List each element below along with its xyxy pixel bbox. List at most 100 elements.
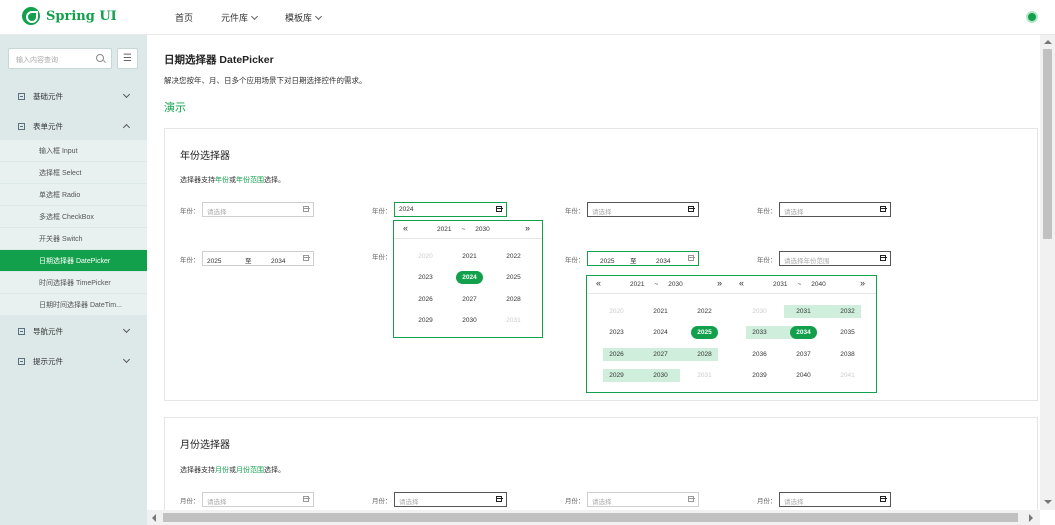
year-cell[interactable]: 2022 xyxy=(691,305,718,318)
sidebar-item-checkbox[interactable]: 多选框 CheckBox xyxy=(0,206,147,227)
calendar-icon xyxy=(688,206,695,212)
vertical-scrollbar[interactable] xyxy=(1040,35,1055,510)
year-cell[interactable]: 2034 xyxy=(790,326,817,339)
nav-components[interactable]: 元件库 xyxy=(221,11,259,24)
field-label: 年份： xyxy=(757,256,777,264)
sidebar-item-radio[interactable]: 单选框 Radio xyxy=(0,184,147,205)
chevron-down-icon xyxy=(122,355,131,364)
prev-decade-icon[interactable]: « xyxy=(596,278,601,288)
menu-toggle-button[interactable]: ☰ xyxy=(117,48,138,69)
desc-link-month[interactable]: 月份 xyxy=(215,467,229,474)
range-separator: 至 xyxy=(245,258,252,265)
year-cell[interactable]: 2030 xyxy=(456,314,483,327)
next-decade-icon[interactable]: » xyxy=(860,278,865,288)
year-cell[interactable]: 2027 xyxy=(647,348,674,361)
page-description: 解决您按年、月、日多个应用场景下对日期选择控件的需求。 xyxy=(164,76,367,85)
desc-link-year[interactable]: 年份 xyxy=(215,177,229,184)
prev-decade-icon[interactable]: « xyxy=(403,223,408,233)
year-cell[interactable]: 2035 xyxy=(834,326,861,339)
field-label: 年份： xyxy=(565,207,585,215)
year-range-input[interactable]: 2025 至 2034 xyxy=(202,251,314,266)
year-cell[interactable]: 2024 xyxy=(647,326,674,339)
month-picker-card: 月份选择器 选择器支持月份或月份范围选择。 月份： 请选择 月份： 请选择 月份… xyxy=(164,417,1038,510)
placeholder: 请选择年份范围 xyxy=(784,258,830,265)
decade-start: 2021 xyxy=(437,226,452,233)
sidebar-item-input[interactable]: 输入框 Input xyxy=(0,140,147,161)
calendar-icon xyxy=(880,496,887,502)
sidebar-group-form[interactable]: 表单元件 xyxy=(0,114,147,138)
year-cell[interactable]: 2033 xyxy=(746,326,773,339)
vertical-scroll-thumb[interactable] xyxy=(1043,49,1052,239)
scroll-down-icon[interactable] xyxy=(1044,500,1052,504)
scroll-up-icon[interactable] xyxy=(1044,40,1052,44)
year-cell[interactable]: 2040 xyxy=(790,369,817,382)
nav-templates[interactable]: 模板库 xyxy=(285,11,323,24)
prev-decade-icon[interactable]: « xyxy=(739,278,744,288)
sidebar-item-select[interactable]: 选择框 Select xyxy=(0,162,147,183)
year-field: 年份： 请选择 xyxy=(180,202,314,217)
year-input-active[interactable]: 2024 xyxy=(394,202,507,217)
sidebar-item-switch[interactable]: 开关器 Switch xyxy=(0,228,147,249)
next-decade-icon[interactable]: » xyxy=(717,278,722,288)
nav-home[interactable]: 首页 xyxy=(175,11,193,24)
year-cell[interactable]: 2031 xyxy=(790,305,817,318)
year-input[interactable]: 请选择 xyxy=(779,202,891,217)
sidebar-group-nav[interactable]: 导航元件 xyxy=(0,319,147,343)
sidebar-item-datepicker[interactable]: 日期选择器 DatePicker xyxy=(0,250,147,271)
year-cell[interactable]: 2021 xyxy=(456,250,483,263)
month-input[interactable]: 请选择 xyxy=(394,492,507,507)
sidebar-group-label: 表单元件 xyxy=(33,121,63,131)
year-cell[interactable]: 2025 xyxy=(500,271,527,284)
year-cell[interactable]: 2021 xyxy=(647,305,674,318)
sidebar-group-tip[interactable]: 提示元件 xyxy=(0,349,147,373)
sidebar-item-timepicker[interactable]: 时间选择器 TimePicker xyxy=(0,272,147,293)
year-range-input[interactable]: 请选择年份范围 xyxy=(779,251,891,266)
horizontal-scroll-thumb[interactable] xyxy=(163,513,1018,522)
month-input[interactable]: 请选择 xyxy=(587,492,699,507)
year-cell[interactable]: 2039 xyxy=(746,369,773,382)
year-cell[interactable]: 2036 xyxy=(746,348,773,361)
field-label: 年份： xyxy=(757,207,777,215)
placeholder: 请选择 xyxy=(784,209,804,216)
desc-link-month-range[interactable]: 月份范围 xyxy=(236,467,264,474)
year-cell[interactable]: 2026 xyxy=(603,348,630,361)
month-field: 月份： 请选择 xyxy=(372,492,507,507)
year-input[interactable]: 请选择 xyxy=(202,202,314,217)
year-cell[interactable]: 2024 xyxy=(456,271,483,284)
placeholder: 请选择 xyxy=(592,499,612,506)
year-cell[interactable]: 2026 xyxy=(412,293,439,306)
month-input[interactable]: 请选择 xyxy=(202,492,314,507)
month-input[interactable]: 请选择 xyxy=(779,492,891,507)
search-icon[interactable] xyxy=(96,54,104,62)
year-cell[interactable]: 2028 xyxy=(691,348,718,361)
desc-link-year-range[interactable]: 年份范围 xyxy=(236,177,264,184)
chevron-up-icon xyxy=(122,123,131,132)
year-cell[interactable]: 2029 xyxy=(603,369,630,382)
year-cell[interactable]: 2022 xyxy=(500,250,527,263)
field-label: 年份： xyxy=(372,254,392,261)
year-cell[interactable]: 2028 xyxy=(500,293,527,306)
horizontal-scrollbar[interactable] xyxy=(147,510,1040,525)
year-cell[interactable]: 2038 xyxy=(834,348,861,361)
decade-header: 2021 ~ 2030 xyxy=(437,221,490,238)
brand-logo[interactable]: Spring UI xyxy=(22,7,117,25)
card-title: 年份选择器 xyxy=(180,151,230,162)
year-cell[interactable]: 2037 xyxy=(790,348,817,361)
year-cell[interactable]: 2029 xyxy=(412,314,439,327)
year-cell[interactable]: 2030 xyxy=(647,369,674,382)
year-cell[interactable]: 2027 xyxy=(456,293,483,306)
year-range-input-active[interactable]: 2025 至 2034 xyxy=(587,251,699,266)
scroll-left-icon[interactable] xyxy=(152,514,156,522)
user-status-icon[interactable] xyxy=(1026,11,1038,23)
sidebar-item-datetimepicker[interactable]: 日期时间选择器 DateTim... xyxy=(0,294,147,315)
year-cell: 2031 xyxy=(697,372,712,379)
sidebar-search-input[interactable]: 输入内容查询 xyxy=(8,48,112,69)
next-decade-icon[interactable]: » xyxy=(525,223,530,233)
sidebar-group-basic[interactable]: 基础元件 xyxy=(0,84,147,108)
year-input[interactable]: 请选择 xyxy=(587,202,699,217)
year-cell[interactable]: 2032 xyxy=(834,305,861,318)
year-cell[interactable]: 2025 xyxy=(691,326,718,339)
year-cell[interactable]: 2023 xyxy=(412,271,439,284)
year-cell[interactable]: 2023 xyxy=(603,326,630,339)
scroll-right-icon[interactable] xyxy=(1029,514,1033,522)
